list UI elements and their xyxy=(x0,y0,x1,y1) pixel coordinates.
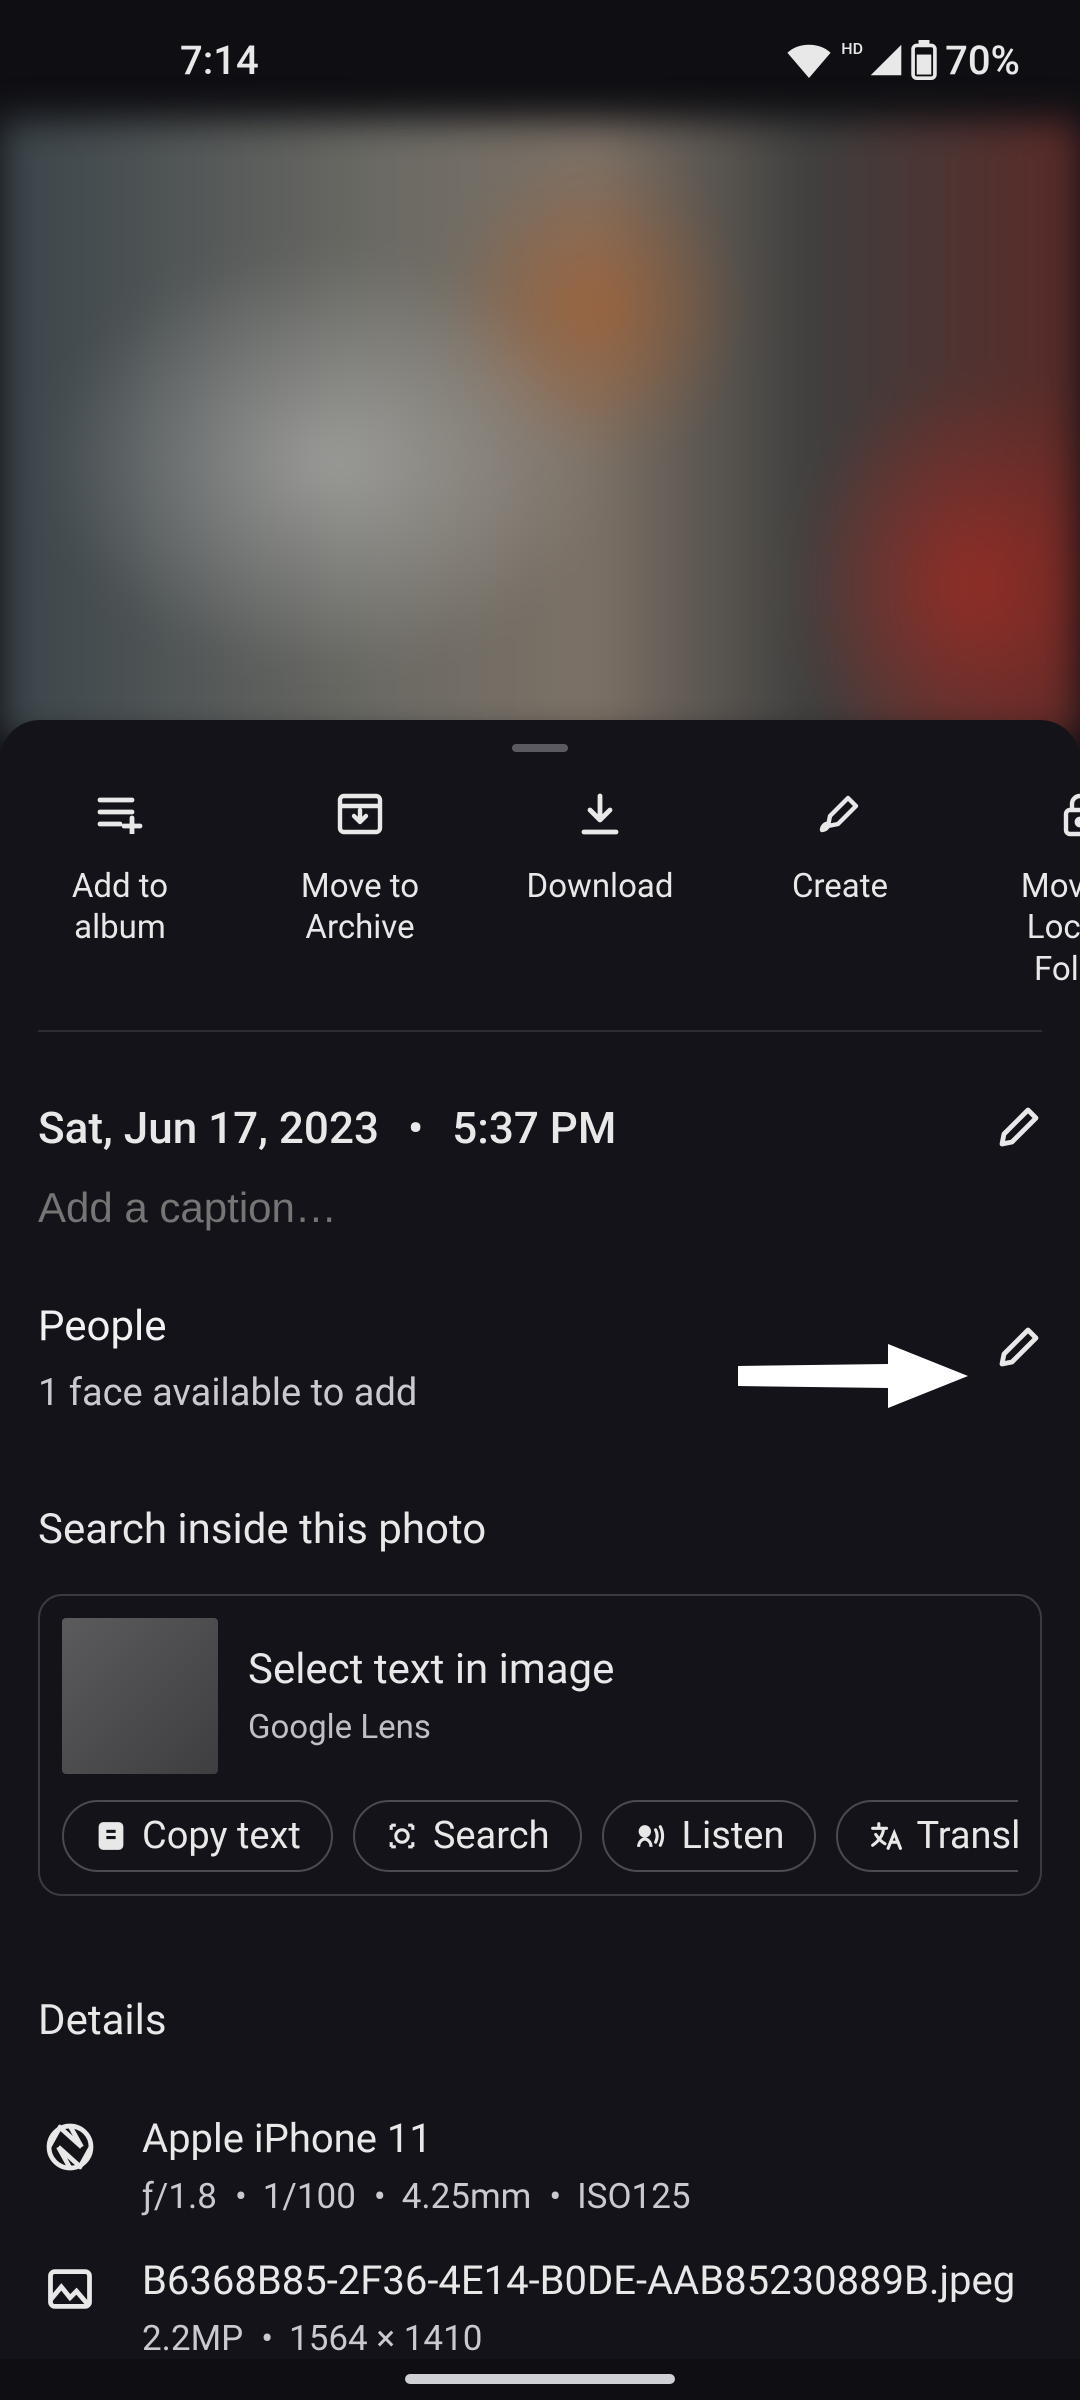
dot-separator: • xyxy=(408,1102,423,1154)
file-size: 2.2MP xyxy=(142,2318,243,2359)
playlist-add-icon xyxy=(95,780,145,848)
photo-preview[interactable] xyxy=(0,120,1080,740)
chip-label: Listen xyxy=(682,1814,785,1858)
lens-select-text[interactable]: Select text in image Google Lens xyxy=(62,1618,1018,1774)
action-label: Move to Locked Folder xyxy=(990,866,1080,990)
action-label: Move to Archive xyxy=(270,866,450,949)
add-to-album-button[interactable]: Add to album xyxy=(30,780,210,990)
copy-text-icon xyxy=(94,1819,128,1853)
translate-chip[interactable]: Translate xyxy=(836,1800,1018,1872)
action-label: Download xyxy=(527,866,674,907)
move-to-archive-button[interactable]: Move to Archive xyxy=(270,780,450,990)
file-dimensions: 1564 × 1410 xyxy=(261,2318,482,2359)
chip-label: Search xyxy=(433,1814,550,1858)
action-row[interactable]: Add to album Move to Archive Download Cr… xyxy=(0,780,1080,1030)
chip-label: Copy text xyxy=(142,1814,301,1858)
camera-detail-row: Apple iPhone 11 ƒ/1.8 1/100 4.25mm ISO12… xyxy=(0,2075,1080,2217)
image-file-icon xyxy=(38,2257,102,2321)
photo-date: Sat, Jun 17, 2023 xyxy=(38,1102,379,1154)
edit-people-button[interactable] xyxy=(994,1324,1042,1372)
battery-percent: 70% xyxy=(945,37,1020,84)
photo-time: 5:37 PM xyxy=(452,1102,616,1154)
chip-label: Translate xyxy=(916,1814,1018,1858)
lens-title: Select text in image xyxy=(248,1645,614,1694)
translate-icon xyxy=(868,1819,902,1853)
signal-hd-label: HD xyxy=(841,39,863,58)
copy-text-chip[interactable]: Copy text xyxy=(62,1800,333,1872)
search-inside-header: Search inside this photo xyxy=(0,1505,1080,1554)
signal-icon xyxy=(869,43,903,77)
file-name: B6368B85-2F36-4E14-B0DE-AAB85230889B.jpe… xyxy=(142,2257,1015,2304)
move-to-locked-folder-button[interactable]: Move to Locked Folder xyxy=(990,780,1080,990)
edit-date-button[interactable] xyxy=(994,1104,1042,1152)
archive-icon xyxy=(336,780,384,848)
caption-input[interactable] xyxy=(38,1184,1042,1232)
arrow-annotation-icon xyxy=(738,1336,968,1416)
status-bar: 7:14 HD 70% xyxy=(0,0,1080,120)
wifi-icon xyxy=(787,42,831,78)
photo-datetime: Sat, Jun 17, 2023 • 5:37 PM xyxy=(38,1102,616,1154)
lock-icon xyxy=(1060,780,1080,848)
brush-icon xyxy=(818,780,862,848)
camera-focal: 4.25mm xyxy=(374,2176,531,2217)
aperture-icon xyxy=(38,2115,102,2179)
download-icon xyxy=(578,780,622,848)
people-header: People xyxy=(38,1302,417,1351)
create-button[interactable]: Create xyxy=(750,780,930,990)
camera-shutter: 1/100 xyxy=(235,2176,356,2217)
people-subtext: 1 face available to add xyxy=(38,1371,417,1415)
search-chip[interactable]: Search xyxy=(353,1800,582,1872)
action-label: Create xyxy=(792,866,888,907)
sheet-grabber[interactable] xyxy=(512,744,568,752)
lens-thumbnail xyxy=(62,1618,218,1774)
file-detail-row: B6368B85-2F36-4E14-B0DE-AAB85230889B.jpe… xyxy=(0,2217,1080,2359)
action-label: Add to album xyxy=(30,866,210,949)
camera-aperture: ƒ/1.8 xyxy=(142,2176,217,2217)
camera-iso: ISO125 xyxy=(549,2176,690,2217)
status-right: HD 70% xyxy=(787,37,1020,84)
listen-icon xyxy=(634,1819,668,1853)
download-button[interactable]: Download xyxy=(510,780,690,990)
listen-chip[interactable]: Listen xyxy=(602,1800,817,1872)
details-header: Details xyxy=(0,1896,1080,2075)
nav-gesture-handle[interactable] xyxy=(405,2374,675,2384)
lens-card: Select text in image Google Lens Copy te… xyxy=(38,1594,1042,1896)
lens-search-icon xyxy=(385,1819,419,1853)
status-time: 7:14 xyxy=(180,37,259,84)
date-row: Sat, Jun 17, 2023 • 5:37 PM xyxy=(38,1102,1042,1154)
lens-provider: Google Lens xyxy=(248,1708,614,1747)
info-sheet: Add to album Move to Archive Download Cr… xyxy=(0,720,1080,2359)
camera-device: Apple iPhone 11 xyxy=(142,2115,691,2162)
battery-icon xyxy=(911,40,937,80)
